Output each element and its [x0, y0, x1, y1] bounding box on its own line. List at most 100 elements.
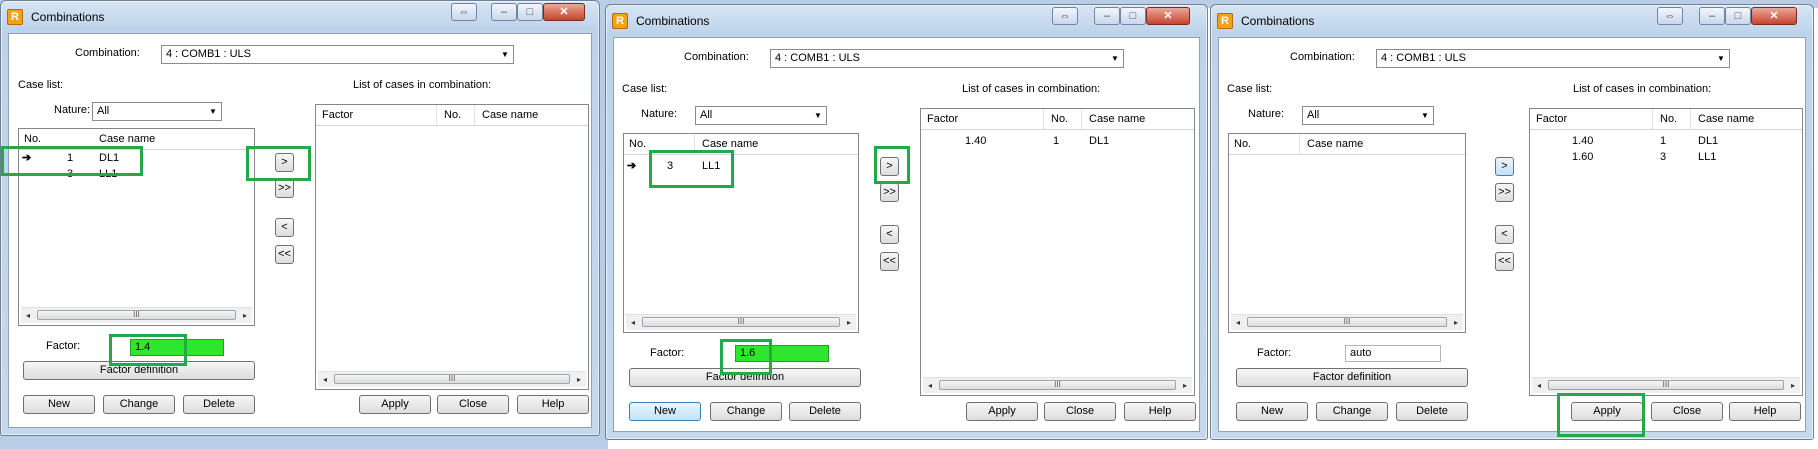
case-list[interactable]: No. Case name ◂ III ▸ — [1228, 133, 1466, 333]
remove-case-button[interactable]: < — [1495, 225, 1514, 244]
new-button[interactable]: New — [629, 402, 701, 421]
combination-case-list[interactable]: Factor No. Case name 1.40 1 DL1 ◂ III ▸ — [920, 108, 1195, 396]
horizontal-scrollbar[interactable]: ◂ III ▸ — [626, 314, 856, 330]
scroll-right-icon[interactable]: ▸ — [842, 315, 856, 330]
remove-all-cases-button[interactable]: << — [1495, 252, 1514, 271]
remove-all-cases-button[interactable]: << — [275, 245, 294, 264]
annotation-highlight — [109, 334, 187, 366]
title-bar[interactable]: R Combinations ⇔ – □ ✕ — [1211, 5, 1813, 37]
scroll-left-icon[interactable]: ◂ — [626, 315, 640, 330]
dialog-client-area: Combination: 4 : COMB1 : ULS ▼ Case list… — [1218, 37, 1806, 432]
change-button[interactable]: Change — [1316, 402, 1388, 421]
restore-icon[interactable]: ⇔ — [1657, 7, 1683, 25]
add-all-cases-button[interactable]: >> — [1495, 183, 1514, 202]
maximize-icon[interactable]: □ — [517, 3, 543, 21]
scroll-thumb[interactable]: III — [1548, 380, 1784, 390]
factor-label: Factor: — [46, 340, 81, 352]
close-icon[interactable]: ✕ — [1146, 7, 1190, 25]
column-header-factor: Factor — [927, 113, 959, 125]
remove-case-button[interactable]: < — [275, 218, 294, 237]
column-header-case-name: Case name — [1698, 113, 1755, 125]
restore-icon[interactable]: ⇔ — [1052, 7, 1078, 25]
horizontal-scrollbar[interactable]: ◂ III ▸ — [21, 307, 252, 323]
annotation-highlight — [1557, 393, 1645, 437]
maximize-icon[interactable]: □ — [1120, 7, 1146, 25]
combo-factor: 1.40 — [1572, 135, 1594, 147]
scroll-left-icon[interactable]: ◂ — [21, 308, 35, 323]
combination-value: 4 : COMB1 : ULS — [775, 52, 860, 64]
close-button[interactable]: Close — [1651, 402, 1723, 421]
close-button[interactable]: Close — [437, 395, 509, 414]
nature-label: Nature: — [54, 104, 91, 116]
close-icon[interactable]: ✕ — [543, 3, 585, 21]
scroll-left-icon[interactable]: ◂ — [1231, 315, 1245, 330]
nature-value: All — [97, 105, 110, 117]
scroll-thumb[interactable]: III — [1247, 317, 1447, 327]
minimize-icon[interactable]: – — [1094, 7, 1120, 25]
scroll-thumb[interactable]: III — [37, 310, 236, 320]
annotation-highlight — [720, 339, 772, 375]
chevron-down-icon: ▼ — [814, 111, 822, 120]
scroll-thumb[interactable]: III — [642, 317, 840, 327]
scroll-right-icon[interactable]: ▸ — [1449, 315, 1463, 330]
minimize-icon[interactable]: – — [1699, 7, 1725, 25]
scroll-thumb[interactable]: III — [334, 374, 570, 384]
scroll-left-icon[interactable]: ◂ — [1532, 378, 1546, 393]
change-button[interactable]: Change — [710, 402, 782, 421]
new-button[interactable]: New — [1236, 402, 1308, 421]
scroll-right-icon[interactable]: ▸ — [238, 308, 252, 323]
nature-select[interactable]: All ▼ — [695, 106, 827, 125]
help-button[interactable]: Help — [1729, 402, 1801, 421]
combination-list-header: Factor No. Case name — [1530, 109, 1802, 130]
case-list-label: Case list: — [1227, 83, 1273, 95]
apply-button[interactable]: Apply — [359, 395, 431, 414]
factor-input[interactable]: auto — [1345, 345, 1441, 362]
nature-select[interactable]: All ▼ — [92, 102, 222, 121]
horizontal-scrollbar[interactable]: ◂ III ▸ — [923, 377, 1192, 393]
apply-button[interactable]: Apply — [966, 402, 1038, 421]
combination-case-list[interactable]: Factor No. Case name ◂ III ▸ — [315, 104, 589, 390]
delete-button[interactable]: Delete — [1396, 402, 1468, 421]
scroll-right-icon[interactable]: ▸ — [1786, 378, 1800, 393]
scroll-right-icon[interactable]: ▸ — [572, 372, 586, 387]
nature-value: All — [1307, 109, 1320, 121]
minimize-icon[interactable]: – — [491, 3, 517, 21]
new-button[interactable]: New — [23, 395, 95, 414]
add-case-button[interactable]: > — [1495, 157, 1514, 176]
restore-icon[interactable]: ⇔ — [451, 3, 477, 21]
remove-all-cases-button[interactable]: << — [880, 252, 899, 271]
maximize-icon[interactable]: □ — [1725, 7, 1751, 25]
combination-case-list[interactable]: Factor No. Case name 1.40 1 DL1 1.60 3 L… — [1529, 108, 1803, 396]
scroll-thumb[interactable]: III — [939, 380, 1176, 390]
horizontal-scrollbar[interactable]: ◂ III ▸ — [1532, 377, 1800, 393]
table-row[interactable]: 1.40 1 DL1 — [921, 133, 1194, 149]
scroll-right-icon[interactable]: ▸ — [1178, 378, 1192, 393]
table-row[interactable]: 1.40 1 DL1 — [1530, 133, 1802, 149]
scroll-left-icon[interactable]: ◂ — [923, 378, 937, 393]
help-button[interactable]: Help — [517, 395, 589, 414]
nature-select[interactable]: All ▼ — [1302, 106, 1434, 125]
horizontal-scrollbar[interactable]: ◂ III ▸ — [318, 371, 586, 387]
table-row[interactable]: 1.60 3 LL1 — [1530, 149, 1802, 165]
scroll-left-icon[interactable]: ◂ — [318, 372, 332, 387]
title-bar[interactable]: R Combinations ⇔ – □ ✕ — [1, 1, 599, 33]
help-button[interactable]: Help — [1124, 402, 1196, 421]
add-all-cases-button[interactable]: >> — [275, 179, 294, 198]
change-button[interactable]: Change — [103, 395, 175, 414]
case-list-header: No. Case name — [1229, 134, 1465, 155]
close-button[interactable]: Close — [1044, 402, 1116, 421]
delete-button[interactable]: Delete — [183, 395, 255, 414]
combination-label: Combination: — [684, 51, 749, 63]
factor-definition-button[interactable]: Factor definition — [1236, 368, 1468, 387]
combination-select[interactable]: 4 : COMB1 : ULS ▼ — [770, 49, 1124, 68]
close-icon[interactable]: ✕ — [1751, 7, 1797, 25]
combinations-window-3: R Combinations ⇔ – □ ✕ Combination: 4 : … — [1210, 4, 1814, 440]
add-all-cases-button[interactable]: >> — [880, 183, 899, 202]
horizontal-scrollbar[interactable]: ◂ III ▸ — [1231, 314, 1463, 330]
window-title: Combinations — [31, 10, 105, 24]
delete-button[interactable]: Delete — [789, 402, 861, 421]
remove-case-button[interactable]: < — [880, 225, 899, 244]
title-bar[interactable]: R Combinations ⇔ – □ ✕ — [606, 5, 1207, 37]
combination-select[interactable]: 4 : COMB1 : ULS ▼ — [161, 45, 514, 64]
combination-select[interactable]: 4 : COMB1 : ULS ▼ — [1376, 49, 1730, 68]
